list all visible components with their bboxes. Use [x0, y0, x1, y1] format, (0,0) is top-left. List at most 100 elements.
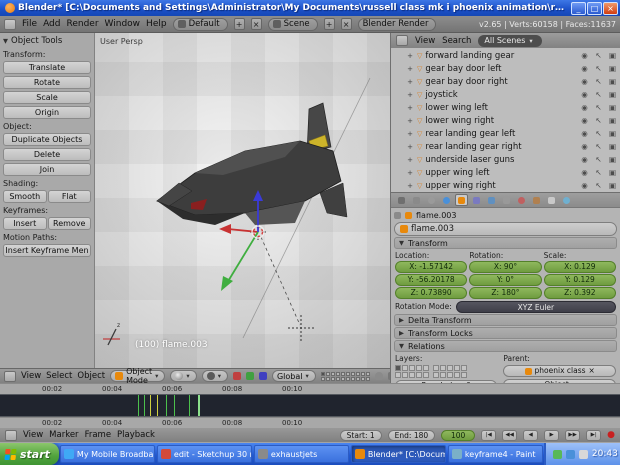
- outliner-scope-select[interactable]: All Scenes ▾: [478, 35, 541, 47]
- outliner-item[interactable]: +▽rear landing gear right◉↖▣: [393, 140, 618, 153]
- translate-button[interactable]: Translate: [3, 61, 91, 74]
- spaceship-model[interactable]: [157, 103, 347, 225]
- viewport-menu-select[interactable]: Select: [46, 371, 72, 381]
- scale-y-field[interactable]: Y: 0.129: [544, 274, 616, 286]
- join-button[interactable]: Join: [3, 163, 91, 176]
- outliner-editor-icon[interactable]: [396, 35, 408, 46]
- relations-panel-header[interactable]: ▼ Relations: [394, 340, 617, 352]
- snap-magnet-icon[interactable]: [375, 372, 383, 380]
- tab-material[interactable]: [515, 194, 528, 206]
- rotation-z-field[interactable]: Z: 180°: [469, 287, 541, 299]
- keyframe-marker[interactable]: [166, 395, 167, 416]
- scale-z-field[interactable]: Z: 0.392: [544, 287, 616, 299]
- tab-texture[interactable]: [530, 194, 543, 206]
- menu-file[interactable]: File: [22, 19, 37, 29]
- previous-frame-button[interactable]: ◀: [523, 430, 538, 441]
- record-button[interactable]: ●: [607, 430, 615, 441]
- outliner-item[interactable]: +▽joystick◉↖▣: [393, 88, 618, 101]
- timeline-ruler-top[interactable]: 00:02 00:04 00:06 00:08 00:10: [0, 383, 620, 394]
- keyframe-marker[interactable]: [157, 395, 158, 416]
- timeline-ruler-bottom[interactable]: 00:02 00:04 00:06 00:08 00:10: [0, 417, 620, 428]
- viewport-shading-select[interactable]: ▾: [170, 370, 196, 382]
- flat-button[interactable]: Flat: [48, 190, 92, 203]
- selectability-toggle[interactable]: ↖: [593, 116, 604, 125]
- tab-particles[interactable]: [545, 194, 558, 206]
- visibility-toggle[interactable]: ◉: [579, 77, 590, 86]
- delta-transform-panel-header[interactable]: ▶ Delta Transform: [394, 314, 617, 326]
- transform-panel-header[interactable]: ▼ Transform: [394, 237, 617, 249]
- selectability-toggle[interactable]: ↖: [593, 77, 604, 86]
- scene-select[interactable]: Scene: [268, 18, 318, 31]
- selectability-toggle[interactable]: ↖: [593, 90, 604, 99]
- render-engine-select[interactable]: Blender Render: [358, 18, 437, 31]
- window-titlebar[interactable]: Blender* [C:\Documents and Settings\Admi…: [0, 0, 620, 16]
- gizmo-y-axis[interactable]: [227, 232, 258, 283]
- visibility-toggle[interactable]: ◉: [579, 129, 590, 138]
- taskbar-item-exhaustjets[interactable]: exhaustjets: [254, 445, 349, 463]
- menu-window[interactable]: Window: [105, 19, 141, 29]
- maximize-button[interactable]: □: [587, 2, 602, 15]
- duplicate-objects-button[interactable]: Duplicate Objects: [3, 133, 91, 146]
- menu-add[interactable]: Add: [43, 19, 60, 29]
- renderability-toggle[interactable]: ▣: [607, 129, 618, 138]
- outliner-menu-view[interactable]: View: [415, 36, 435, 46]
- expand-icon[interactable]: +: [406, 91, 414, 99]
- tab-scene[interactable]: [425, 194, 438, 206]
- transform-locks-panel-header[interactable]: ▶ Transform Locks: [394, 327, 617, 339]
- fast-forward-button[interactable]: ▶▶: [565, 430, 580, 441]
- selectability-toggle[interactable]: ↖: [593, 129, 604, 138]
- visibility-toggle[interactable]: ◉: [579, 155, 590, 164]
- pivot-point-select[interactable]: ▾: [202, 370, 228, 382]
- keyframe-marker[interactable]: [189, 395, 190, 416]
- tab-physics[interactable]: [560, 194, 573, 206]
- tab-render[interactable]: [395, 194, 408, 206]
- visibility-toggle[interactable]: ◉: [579, 64, 590, 73]
- expand-icon[interactable]: +: [406, 52, 414, 60]
- frame-end-field[interactable]: End: 180: [388, 430, 435, 441]
- rotation-mode-select[interactable]: XYZ Euler: [456, 301, 616, 313]
- selectability-toggle[interactable]: ↖: [593, 142, 604, 151]
- close-button[interactable]: ×: [603, 2, 618, 15]
- renderability-toggle[interactable]: ▣: [607, 51, 618, 60]
- minimize-button[interactable]: _: [571, 2, 586, 15]
- outliner-item[interactable]: +▽lower wing left◉↖▣: [393, 101, 618, 114]
- 3d-viewport[interactable]: z User Persp (100) flame.003: [95, 33, 390, 368]
- empty-crosshair[interactable]: [288, 315, 314, 341]
- viewport-menu-object[interactable]: Object: [77, 371, 105, 381]
- expand-icon[interactable]: +: [406, 182, 414, 190]
- visibility-toggle[interactable]: ◉: [579, 168, 590, 177]
- timeline-menu-playback[interactable]: Playback: [117, 430, 155, 440]
- renderability-toggle[interactable]: ▣: [607, 90, 618, 99]
- insert-keyframe-button[interactable]: Insert: [3, 217, 47, 230]
- viewport-menu-view[interactable]: View: [21, 371, 41, 381]
- visibility-toggle[interactable]: ◉: [579, 51, 590, 60]
- renderability-toggle[interactable]: ▣: [607, 103, 618, 112]
- screen-layout-select[interactable]: Default: [173, 18, 228, 31]
- tab-constraints[interactable]: [470, 194, 483, 206]
- manipulator-rotate-icon[interactable]: [246, 372, 254, 380]
- keyframe-marker[interactable]: [138, 395, 139, 416]
- visibility-toggle[interactable]: ◉: [579, 142, 590, 151]
- origin-button[interactable]: Origin: [3, 106, 91, 119]
- location-x-field[interactable]: X: -1.57142: [395, 261, 467, 273]
- current-frame-marker[interactable]: [198, 395, 200, 416]
- smooth-button[interactable]: Smooth: [3, 190, 47, 203]
- tab-object[interactable]: [455, 194, 468, 206]
- outliner-item[interactable]: +▽gear bay door right◉↖▣: [393, 75, 618, 88]
- tab-object-data[interactable]: [500, 194, 513, 206]
- outliner-item[interactable]: +▽lower wing right◉↖▣: [393, 114, 618, 127]
- visibility-toggle[interactable]: ◉: [579, 116, 590, 125]
- viewport-layers-grid[interactable]: [321, 372, 370, 381]
- tray-network-icon[interactable]: [566, 450, 575, 459]
- mode-select[interactable]: Object Mode ▾: [110, 370, 165, 382]
- renderability-toggle[interactable]: ▣: [607, 181, 618, 190]
- renderability-toggle[interactable]: ▣: [607, 155, 618, 164]
- location-z-field[interactable]: Z: 0.73890: [395, 287, 467, 299]
- frame-start-field[interactable]: Start: 1: [340, 430, 382, 441]
- keyframe-marker[interactable]: [150, 395, 151, 416]
- viewport-editor-icon[interactable]: [4, 371, 16, 382]
- visibility-toggle[interactable]: ◉: [579, 181, 590, 190]
- add-scene-button[interactable]: +: [324, 18, 335, 30]
- selectability-toggle[interactable]: ↖: [593, 181, 604, 190]
- rotation-y-field[interactable]: Y: 0°: [469, 274, 541, 286]
